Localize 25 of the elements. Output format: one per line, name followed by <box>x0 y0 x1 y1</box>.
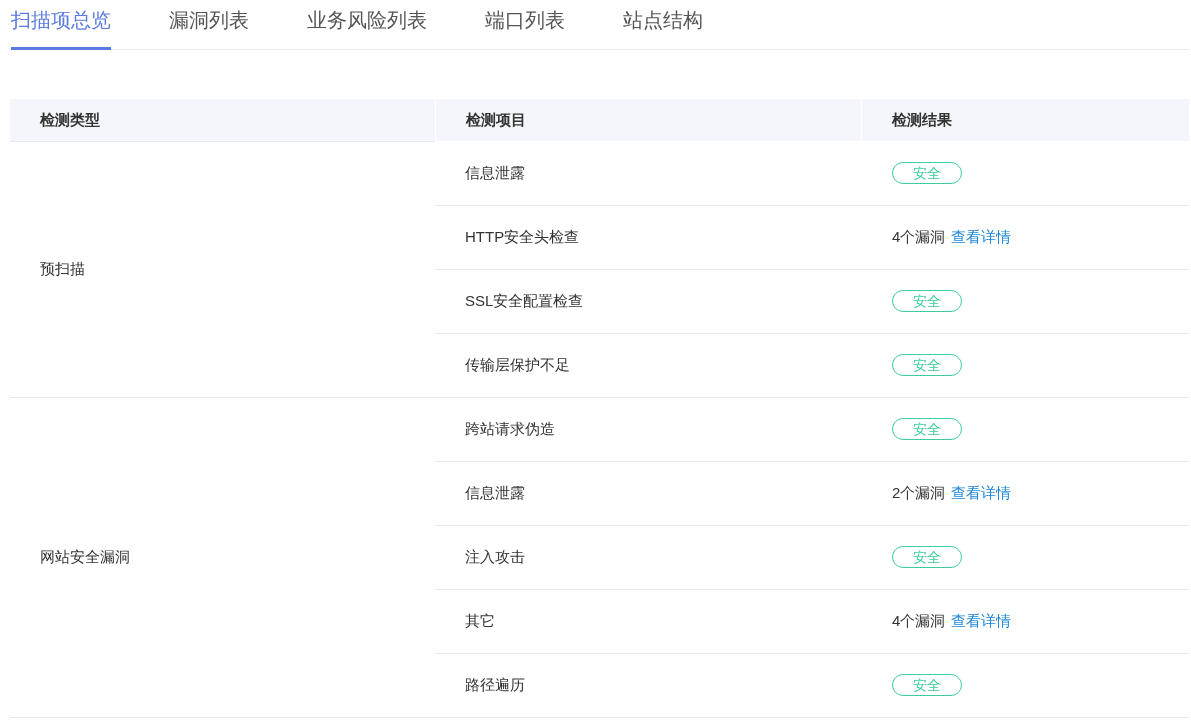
table-cell: 路径遍历 <box>435 653 861 717</box>
column-header: 检测类型 <box>10 99 435 141</box>
vulnerability-count: 2个漏洞 <box>892 483 946 501</box>
tab[interactable]: 端口列表 <box>485 0 565 50</box>
details-link[interactable]: 查看详情 <box>951 611 1012 629</box>
table-cell: 预扫描 <box>10 141 435 397</box>
table-cell: SSL安全配置检查 <box>435 269 861 333</box>
tab[interactable]: 漏洞列表 <box>169 0 249 50</box>
table-cell: 注入攻击 <box>435 525 861 589</box>
table-cell: 网站安全漏洞 <box>10 397 435 717</box>
tab[interactable]: 业务风险列表 <box>307 0 427 50</box>
vulnerability-count: 4个漏洞 <box>892 611 946 629</box>
table-cell: 传输层保护不足 <box>435 333 861 397</box>
table-cell: 信息泄露 <box>435 141 861 205</box>
column-header: 检测结果 <box>861 99 1189 141</box>
details-link[interactable]: 查看详情 <box>951 227 1012 245</box>
vulnerability-count: 4个漏洞 <box>892 227 946 245</box>
details-link[interactable]: 查看详情 <box>951 483 1012 501</box>
table-cell: 其它 <box>435 589 861 653</box>
column-header: 检测项目 <box>435 99 861 141</box>
tab[interactable]: 扫描项总览 <box>11 0 111 50</box>
table-cell: HTTP安全头检查 <box>435 205 861 269</box>
table-cell: 信息泄露 <box>435 461 861 525</box>
table-cell: 跨站请求伪造 <box>435 397 861 461</box>
tab[interactable]: 站点结构 <box>623 0 703 50</box>
